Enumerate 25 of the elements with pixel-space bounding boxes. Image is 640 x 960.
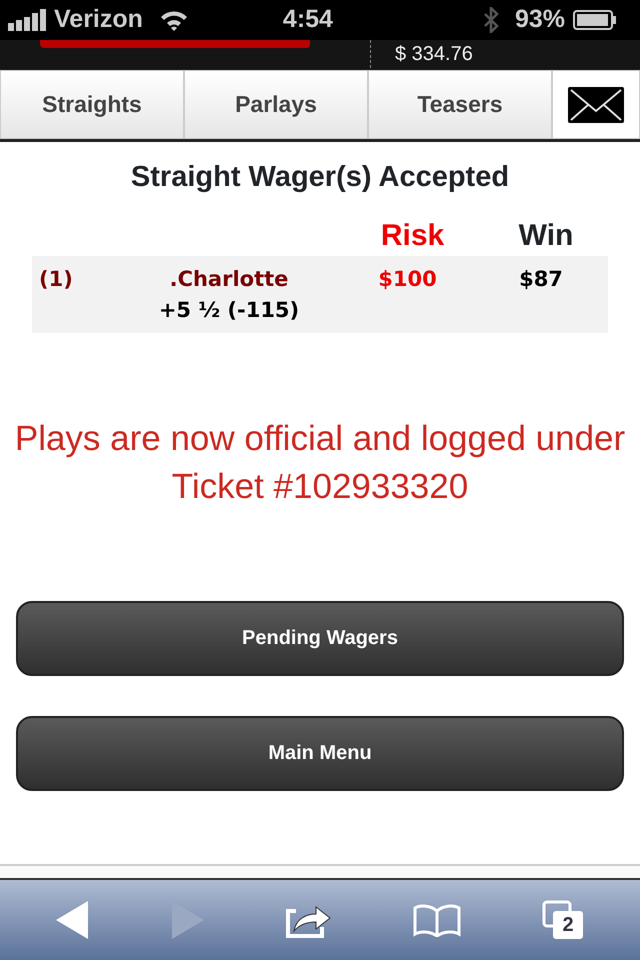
clock-time: 4:54 bbox=[282, 4, 333, 36]
page-title: Straight Wager(s) Accepted bbox=[130, 160, 510, 195]
team-name: .Charlotte bbox=[170, 266, 288, 292]
wifi-icon bbox=[158, 9, 189, 31]
bluetooth-icon bbox=[482, 7, 499, 33]
menu-button[interactable]: Pending Wagers bbox=[16, 600, 624, 676]
bookmarks-icon[interactable] bbox=[412, 903, 462, 937]
account-balance: $ 334.76 bbox=[370, 40, 473, 68]
nav-tab[interactable]: Straights bbox=[0, 70, 184, 139]
column-header: Risk bbox=[380, 218, 446, 254]
nav-tab[interactable]: Parlays bbox=[184, 70, 368, 139]
column-header: Win bbox=[518, 218, 574, 254]
confirmation-message: Plays are now official and logged under Ticket #102933320 bbox=[14, 418, 626, 508]
mail-tab[interactable] bbox=[552, 70, 640, 139]
envelope-icon bbox=[568, 86, 624, 122]
carrier-name: Verizon bbox=[54, 4, 143, 36]
back-button[interactable] bbox=[56, 901, 90, 939]
risk-amount: $100 bbox=[377, 266, 438, 292]
wager-number: (1) bbox=[39, 266, 74, 292]
battery-icon bbox=[573, 10, 618, 30]
nav-tab[interactable]: Teasers bbox=[368, 70, 552, 139]
point-spread: +5 ½ (-115) bbox=[158, 297, 300, 324]
menu-button[interactable]: Main Menu bbox=[16, 716, 624, 790]
battery-percent: 93% bbox=[514, 4, 566, 36]
win-amount: $87 bbox=[518, 266, 564, 292]
